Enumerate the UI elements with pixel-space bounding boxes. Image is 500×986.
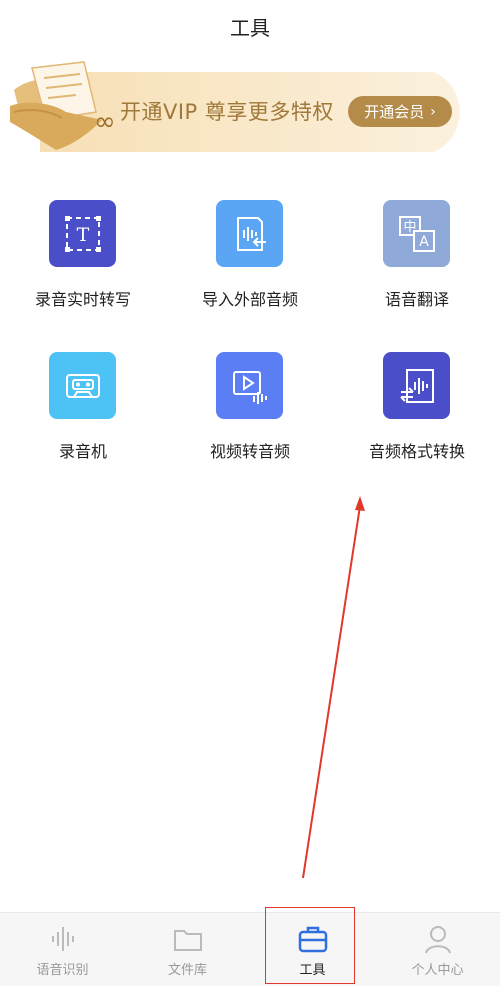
chevron-right-icon: › xyxy=(430,103,436,120)
tab-label: 语音识别 xyxy=(36,963,89,978)
svg-text:∞: ∞ xyxy=(94,107,116,137)
import-audio-icon xyxy=(216,200,283,267)
tool-label: 导入外部音频 xyxy=(201,290,298,309)
document-scroll-icon: ∞ xyxy=(10,61,116,150)
tool-import-audio[interactable]: 导入外部音频 xyxy=(167,200,333,320)
open-membership-label: 开通会员 xyxy=(364,103,425,121)
tool-label: 视频转音频 xyxy=(209,442,290,461)
tool-realtime-transcribe[interactable]: T 录音实时转写 xyxy=(0,200,166,320)
tool-audio-format-convert[interactable]: 音频格式转换 xyxy=(334,352,500,472)
annotation-highlight-box xyxy=(265,907,355,984)
tab-label: 文件库 xyxy=(167,963,207,978)
bottom-tab-bar: 语音识别 文件库 工具 个人中心 xyxy=(0,912,500,986)
vip-promo-text: 开通VIP 尊享更多特权 xyxy=(120,100,334,124)
translate-icon: 中 A xyxy=(383,200,450,267)
folder-icon xyxy=(173,930,202,951)
open-membership-button[interactable]: 开通会员 › xyxy=(348,96,452,127)
tab-personal-center[interactable]: 个人中心 xyxy=(375,913,500,986)
tool-voice-translate[interactable]: 中 A 语音翻译 xyxy=(334,200,500,320)
svg-text:T: T xyxy=(76,224,89,246)
tool-label: 录音机 xyxy=(58,442,107,461)
person-icon xyxy=(424,926,451,954)
audio-convert-icon xyxy=(383,352,450,419)
transcribe-text-icon: T xyxy=(49,200,116,267)
tab-speech-recognition[interactable]: 语音识别 xyxy=(0,913,125,986)
tool-video-to-audio[interactable]: 视频转音频 xyxy=(167,352,333,472)
vip-banner[interactable]: ∞ 开通VIP 尊享更多特权 开通会员 › xyxy=(10,61,478,156)
svg-text:A: A xyxy=(419,234,429,250)
tool-label: 录音实时转写 xyxy=(34,290,131,309)
tool-label: 音频格式转换 xyxy=(368,442,465,461)
cassette-icon xyxy=(49,352,116,419)
page-title: 工具 xyxy=(230,16,270,40)
tab-file-library[interactable]: 文件库 xyxy=(125,913,250,986)
tool-recorder[interactable]: 录音机 xyxy=(0,352,166,472)
video-to-audio-icon xyxy=(216,352,283,419)
waveform-icon xyxy=(51,927,74,951)
tool-label: 语音翻译 xyxy=(384,290,449,309)
tab-label: 个人中心 xyxy=(411,963,464,978)
